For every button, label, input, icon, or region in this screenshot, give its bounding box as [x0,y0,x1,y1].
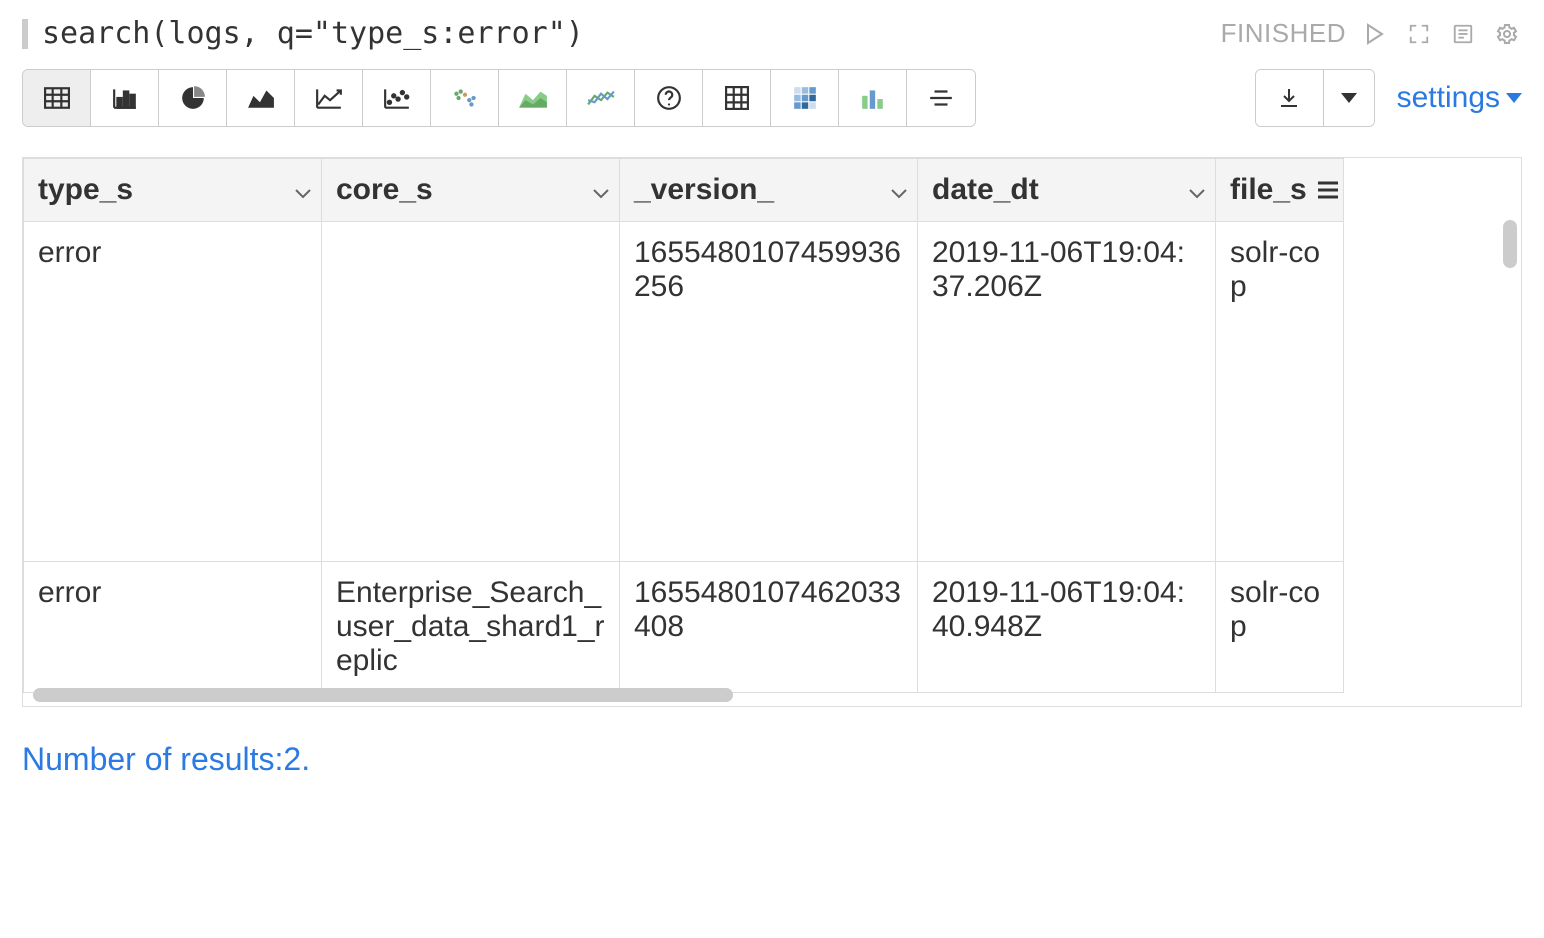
horizontal-scrollbar[interactable] [33,688,1497,702]
grid-icon[interactable] [703,70,771,126]
cell-core_s [322,222,620,562]
chevron-down-icon [593,173,609,207]
settings-label: settings [1397,81,1500,115]
col-header-file_s[interactable]: file_s [1216,159,1344,222]
settings-link[interactable]: settings [1397,69,1522,127]
stacked-area-icon[interactable] [499,70,567,126]
book-icon[interactable] [1448,19,1478,49]
results-table-wrap: type_s core_s _version_ date_dt [22,157,1522,707]
chevron-down-icon [1189,173,1205,207]
col-header-version[interactable]: _version_ [620,159,918,222]
area-chart-icon[interactable] [227,70,295,126]
query-code-text: search(logs, q="type_s:error") [42,16,584,51]
cell-type_s: error [24,222,322,562]
chevron-down-icon [1506,93,1522,103]
col-header-core_s[interactable]: core_s [322,159,620,222]
cell-date_dt: 2019-11-06T19:04:37.206Z [918,222,1216,562]
download-group [1255,69,1375,127]
pie-chart-icon[interactable] [159,70,227,126]
download-icon[interactable] [1256,70,1324,126]
line-chart-icon[interactable] [295,70,363,126]
vertical-scrollbar[interactable] [1503,220,1517,694]
bar-chart-icon[interactable] [91,70,159,126]
table-icon[interactable] [23,70,91,126]
gear-icon[interactable] [1492,19,1522,49]
cluster-icon[interactable] [431,70,499,126]
col-header-date_dt[interactable]: date_dt [918,159,1216,222]
multiline-icon[interactable] [567,70,635,126]
code-caret [22,19,28,49]
download-dropdown[interactable] [1324,70,1374,126]
status-area: FINISHED [1221,18,1522,49]
cell-core_s: Enterprise_Search_user_data_shard1_repli… [322,562,620,693]
align-icon[interactable] [907,70,975,126]
table-row[interactable]: error Enterprise_Search_user_data_shard1… [24,562,1344,693]
table-header-row: type_s core_s _version_ date_dt [24,159,1344,222]
results-count: Number of results:2. [22,741,1522,778]
cell-file_s: solr-cop [1216,222,1344,562]
cell-type_s: error [24,562,322,693]
results-table: type_s core_s _version_ date_dt [23,158,1344,693]
heatmap-icon[interactable] [771,70,839,126]
cell-version: 1655480107462033408 [620,562,918,693]
run-icon[interactable] [1360,19,1390,49]
table-row[interactable]: error 1655480107459936256 2019-11-06T19:… [24,222,1344,562]
cell-date_dt: 2019-11-06T19:04:40.948Z [918,562,1216,693]
chevron-down-icon [891,173,907,207]
cell-version: 1655480107459936256 [620,222,918,562]
bars2-icon[interactable] [839,70,907,126]
scatter-chart-icon[interactable] [363,70,431,126]
help-icon[interactable] [635,70,703,126]
table-menu-icon[interactable] [1317,173,1339,207]
viz-toolbar [22,69,976,127]
query-code[interactable]: search(logs, q="type_s:error") [22,16,584,51]
chevron-down-icon [295,173,311,207]
cell-file_s: solr-cop [1216,562,1344,693]
status-label: FINISHED [1221,18,1346,49]
col-header-type_s[interactable]: type_s [24,159,322,222]
collapse-icon[interactable] [1404,19,1434,49]
